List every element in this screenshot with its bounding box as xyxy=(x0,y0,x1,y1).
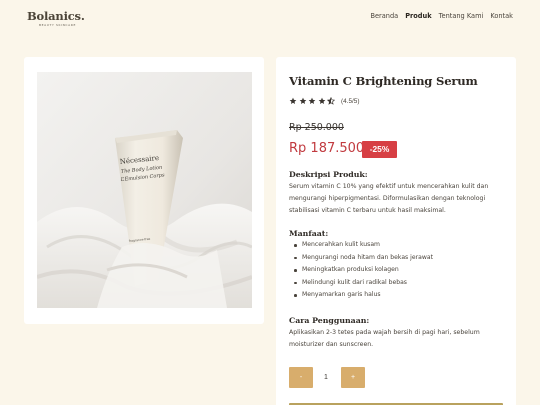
rating-text: (4.5/5) xyxy=(341,98,360,105)
nav-item-beranda[interactable]: Beranda xyxy=(370,12,398,20)
quantity-decrease-button[interactable]: - xyxy=(289,367,313,388)
list-item: Melindungi kulit dari radikal bebas xyxy=(294,277,433,290)
product-info-card: Vitamin C Brightening Serum (4.5/5) Rp 2… xyxy=(276,57,516,405)
quantity-increase-button[interactable]: + xyxy=(341,367,365,388)
quantity-input[interactable]: 1 xyxy=(313,367,339,388)
star-icon xyxy=(308,97,316,105)
product-image-card: Nécessaire The Body Lotion L’Emulsion Co… xyxy=(24,57,264,324)
brand-tagline: BEAUTY SKINCARE xyxy=(39,23,76,27)
rating-stars xyxy=(289,97,335,105)
usage-text: Aplikasikan 2-3 tetes pada wajah bersih … xyxy=(289,329,480,348)
site-header: Bolanics. BEAUTY SKINCARE Beranda Produk… xyxy=(0,0,540,36)
product-photo-illustration: Nécessaire The Body Lotion L’Emulsion Co… xyxy=(37,72,252,308)
description-heading: Deskripsi Produk: xyxy=(289,170,368,179)
nav-item-produk[interactable]: Produk xyxy=(405,12,431,20)
star-icon xyxy=(299,97,306,105)
benefits-list: Mencerahkan kulit kusam Mengurangi noda … xyxy=(294,239,433,302)
list-item: Meningkatkan produksi kolagen xyxy=(294,264,433,277)
list-item: Mencerahkan kulit kusam xyxy=(294,239,433,252)
nav-item-tentang-kami[interactable]: Tentang Kami xyxy=(439,12,484,20)
nav-item-kontak[interactable]: Kontak xyxy=(490,12,513,20)
benefits-heading: Manfaat: xyxy=(289,229,329,238)
sale-price: Rp 187.500 xyxy=(289,141,365,156)
description-text: Serum vitamin C 10% yang efektif untuk m… xyxy=(289,183,489,214)
star-half-icon xyxy=(327,97,335,105)
quantity-stepper: - xyxy=(289,367,313,388)
product-photo: Nécessaire The Body Lotion L’Emulsion Co… xyxy=(37,72,252,308)
list-item: Mengurangi noda hitam dan bekas jerawat xyxy=(294,252,433,265)
star-icon xyxy=(318,97,325,105)
brand-logo[interactable]: Bolanics. xyxy=(27,9,85,23)
discount-badge: -25% xyxy=(362,141,397,158)
product-title: Vitamin C Brightening Serum xyxy=(289,74,478,88)
star-icon xyxy=(289,97,297,105)
main-nav: Beranda Produk Tentang Kami Kontak xyxy=(370,12,513,20)
usage-heading: Cara Penggunaan: xyxy=(289,316,370,325)
original-price: Rp 250.000 xyxy=(289,122,344,133)
list-item: Menyamarkan garis halus xyxy=(294,289,433,302)
